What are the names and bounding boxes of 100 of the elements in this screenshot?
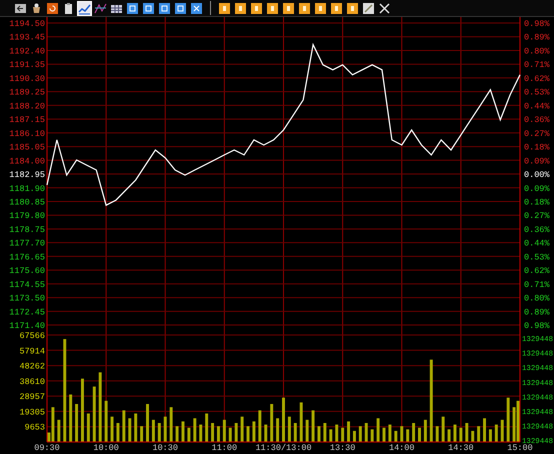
volume-bar (453, 424, 456, 442)
volume-bar (312, 410, 315, 442)
pencil-icon[interactable] (362, 2, 375, 14)
volume-bar (288, 416, 291, 442)
volume-bar (128, 418, 132, 442)
volume-axis-label: 57914 (19, 346, 45, 356)
volume-bar (69, 394, 72, 442)
price-axis-label: 1190.30 (9, 74, 45, 84)
volume-bar (276, 418, 280, 442)
time-axis-label: 09:30 (34, 443, 60, 453)
volume-bar (246, 426, 250, 442)
percent-axis-label: 0.98% (524, 321, 550, 329)
percent-axis-label: 0.62% (524, 74, 550, 84)
clipboard-icon[interactable] (62, 2, 75, 14)
volume-bar (494, 424, 498, 442)
volume-bar (500, 420, 504, 442)
volume-bar (483, 418, 486, 442)
volume-bar (216, 426, 220, 442)
volume-bar (182, 421, 184, 442)
volume-bar (442, 416, 445, 442)
volume-bar (335, 424, 338, 442)
time-axis-label: 14:30 (448, 443, 474, 453)
percent-axis-label: 0.53% (524, 252, 550, 262)
percent-axis-label: 0.44% (524, 101, 550, 112)
volume-bar (98, 372, 102, 442)
volume-bar (388, 424, 392, 442)
frame-icon[interactable] (158, 2, 171, 14)
tile-icon[interactable] (234, 2, 247, 14)
price-axis-label: 1182.95 (9, 170, 45, 180)
frame-icon[interactable] (174, 2, 187, 14)
percent-axis-label: 0.89% (524, 32, 550, 43)
volume-bar (81, 378, 84, 442)
price-axis-label: 1187.15 (9, 115, 45, 126)
volume-bar (134, 414, 138, 442)
price-axis-label: 1194.50 (9, 19, 45, 29)
price-axis-label: 1185.05 (9, 142, 45, 153)
price-axis-label: 1188.20 (9, 101, 45, 112)
volume-bar (329, 429, 332, 442)
price-axis-label: 1173.50 (9, 294, 45, 304)
volume-bar (341, 428, 344, 442)
volume-bar (364, 423, 368, 442)
volume-bar (199, 424, 202, 442)
volume-axis-label: 67566 (19, 331, 45, 341)
volume-bar (418, 428, 421, 442)
percent-axis-label: 0.98% (524, 19, 550, 29)
price-axis-label: 1181.90 (9, 184, 45, 194)
volume-bar (382, 428, 386, 442)
frame-icon[interactable] (142, 2, 155, 14)
tile-icon[interactable] (218, 2, 231, 14)
refresh-icon[interactable] (46, 2, 59, 14)
volume-bar (187, 428, 190, 442)
time-axis-label: 10:30 (152, 443, 178, 453)
volume-axis-label: 28957 (19, 392, 45, 402)
volume-bar (370, 429, 374, 442)
volume-bar (228, 428, 232, 442)
volume-bar (222, 420, 226, 442)
volume-bar (234, 423, 238, 442)
tile-icon[interactable] (298, 2, 311, 14)
volume-bar (122, 410, 126, 442)
percent-axis-label: 0.62% (524, 266, 550, 276)
price-axis-label: 1186.10 (9, 128, 45, 139)
price-axis-label: 1193.45 (9, 32, 45, 43)
tile-icon[interactable] (266, 2, 279, 14)
tile-icon[interactable] (330, 2, 343, 14)
volume-bar (471, 430, 474, 442)
volume-bar (400, 426, 404, 442)
volume-bar (57, 420, 60, 442)
percent-axis-label: 0.71% (524, 280, 550, 290)
price-axis-label: 1189.25 (9, 88, 45, 98)
volume-bar (270, 404, 274, 442)
tile-icon[interactable] (314, 2, 327, 14)
volume-bar (240, 416, 244, 442)
volume-bar (86, 414, 90, 442)
volume-bar (376, 418, 380, 442)
volume-bar (459, 428, 462, 442)
line-chart-icon[interactable] (78, 2, 91, 14)
volume-bar (406, 429, 410, 442)
time-axis-label: 14:00 (389, 443, 414, 453)
close-icon[interactable] (378, 2, 391, 14)
tile-icon[interactable] (282, 2, 295, 14)
cup-icon[interactable] (30, 2, 43, 14)
price-axis-label: 1192.40 (9, 46, 45, 56)
percent-axis-label: 0.00% (524, 170, 550, 180)
volume-axis-label: 48262 (19, 362, 45, 372)
frame-icon[interactable] (126, 2, 139, 14)
volume-bar (164, 416, 167, 442)
curves-icon[interactable] (94, 2, 107, 14)
tile-icon[interactable] (250, 2, 263, 14)
time-axis-label: 13:30 (330, 443, 356, 453)
price-axis-label: 1174.55 (9, 280, 45, 290)
volume-bar (211, 423, 214, 442)
time-axis-label: 11:00 (212, 443, 238, 453)
time-axis-label: 10:00 (93, 443, 119, 453)
volume-bar (158, 423, 161, 442)
close-square-icon[interactable] (190, 2, 203, 14)
volume-bar (323, 423, 326, 442)
price-axis-label: 1180.85 (9, 198, 45, 208)
tile-icon[interactable] (346, 2, 359, 14)
price-axis-label: 1172.45 (9, 307, 45, 318)
percent-axis-label: 0.09% (524, 156, 550, 166)
